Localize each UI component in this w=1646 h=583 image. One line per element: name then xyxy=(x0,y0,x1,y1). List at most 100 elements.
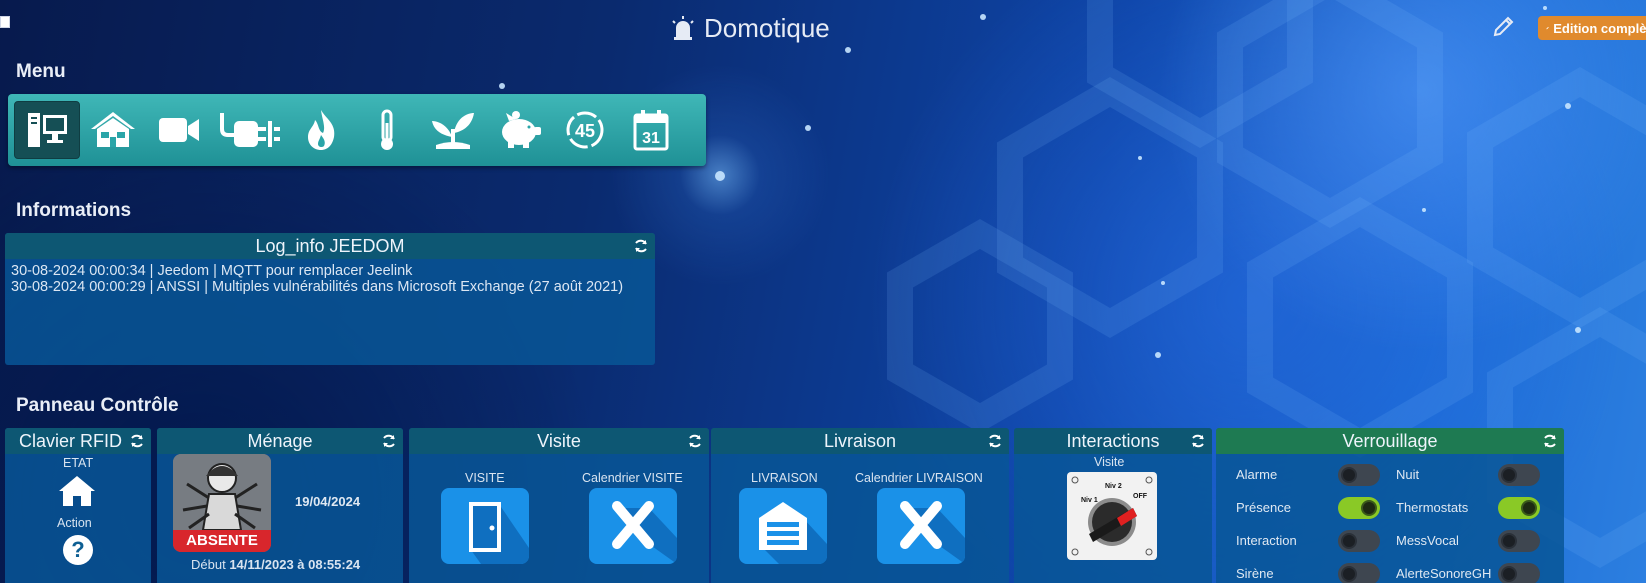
interactions-title: Interactions xyxy=(1066,430,1160,451)
close-icon xyxy=(612,501,677,564)
absent-badge: ABSENTE xyxy=(173,530,271,552)
verrouillage-label: Nuit xyxy=(1396,467,1420,482)
house-icon xyxy=(91,112,135,147)
toggle-knob xyxy=(1341,533,1357,549)
menu-item-timer[interactable]: 45 xyxy=(552,101,618,159)
refresh-icon[interactable] xyxy=(687,433,703,449)
verrouillage-label: Présence xyxy=(1236,500,1291,515)
full-edit-button[interactable]: Edition complète xyxy=(1538,16,1646,40)
toggle-nuit[interactable] xyxy=(1498,464,1540,486)
camera-icon xyxy=(159,118,199,142)
image-icon[interactable] xyxy=(0,16,10,28)
visite-door-button[interactable] xyxy=(441,488,529,564)
visite-panel: Visite VISITE Calendrier VISITE xyxy=(409,428,709,583)
menu-bar: 45 31 xyxy=(8,94,706,166)
menu-item-piggy-bank[interactable] xyxy=(486,101,552,159)
toggle-alertesonoregh[interactable] xyxy=(1498,563,1540,583)
svg-text:?: ? xyxy=(71,537,84,562)
clavier-rfid-title: Clavier RFID xyxy=(19,430,123,451)
close-icon xyxy=(900,501,965,564)
toggle-knob xyxy=(1361,500,1377,516)
section-title-informations: Informations xyxy=(16,200,132,221)
menage-panel: Ménage ABSENTE 19/04/2024 Début 14/11/20… xyxy=(157,428,403,583)
etat-label: ETAT xyxy=(63,456,94,470)
calendar-text: 31 xyxy=(642,130,660,147)
thermometer-icon xyxy=(381,109,393,150)
refresh-icon[interactable] xyxy=(633,238,649,254)
menage-header: Ménage xyxy=(157,428,403,454)
menu-item-camera[interactable] xyxy=(146,101,212,159)
action-label: Action xyxy=(57,516,92,530)
verrouillage-label: AlerteSonoreGH xyxy=(1396,566,1492,581)
cleaning-lady-icon xyxy=(173,454,271,531)
visite-calendar-button[interactable] xyxy=(589,488,677,564)
menu-item-house[interactable] xyxy=(80,101,146,159)
piggy-bank-icon xyxy=(502,111,541,148)
plug-icon xyxy=(220,113,280,147)
clavier-rfid-panel: Clavier RFID ETAT Action ? xyxy=(5,428,151,583)
rotary-switch-icon: Niv 1 Niv 2 OFF xyxy=(1071,476,1153,556)
menu-item-flame[interactable] xyxy=(288,101,354,159)
verrouillage-header: Verrouillage xyxy=(1216,428,1564,454)
question-icon[interactable]: ? xyxy=(62,534,94,566)
verrouillage-label: Interaction xyxy=(1236,533,1297,548)
toggle-thermostats[interactable] xyxy=(1498,497,1540,519)
toggle-sir-ne[interactable] xyxy=(1338,563,1380,583)
menu-item-plant[interactable] xyxy=(420,101,486,159)
plant-icon xyxy=(432,113,474,149)
home-icon[interactable] xyxy=(57,474,97,508)
debut-label: Début xyxy=(191,557,226,572)
toggle-knob xyxy=(1501,566,1517,582)
refresh-icon[interactable] xyxy=(381,433,397,449)
menage-title: Ménage xyxy=(247,430,313,451)
livraison-garage-button[interactable] xyxy=(739,488,827,564)
menage-avatar[interactable]: ABSENTE xyxy=(173,454,271,552)
livraison-title: Livraison xyxy=(823,430,897,451)
clavier-rfid-header: Clavier RFID xyxy=(5,428,151,454)
toggle-knob xyxy=(1501,533,1517,549)
interactions-panel: Interactions Visite Niv 1 Niv 2 OFF xyxy=(1014,428,1212,583)
menu-item-thermometer[interactable] xyxy=(354,101,420,159)
page-title: Domotique xyxy=(670,10,830,46)
toggle-messvocal[interactable] xyxy=(1498,530,1540,552)
door-icon xyxy=(469,502,529,564)
refresh-icon[interactable] xyxy=(1542,433,1558,449)
switch-label: OFF xyxy=(1133,493,1148,500)
verrouillage-label: Alarme xyxy=(1236,467,1278,482)
log-panel: Log_info JEEDOM 30-08-2024 00:00:34 | Je… xyxy=(5,233,655,365)
toggle-alarme[interactable] xyxy=(1338,464,1380,486)
flame-icon xyxy=(308,110,335,150)
log-line: 30-08-2024 00:00:29 | ANSSI | Multiples … xyxy=(11,279,624,295)
toggle-knob xyxy=(1341,566,1357,582)
refresh-icon[interactable] xyxy=(987,433,1003,449)
visite-title: Visite xyxy=(537,430,581,451)
siren-icon xyxy=(672,16,694,40)
menu-item-computer[interactable] xyxy=(14,101,80,159)
pencil-icon xyxy=(1546,26,1549,30)
pencil-icon[interactable] xyxy=(1492,14,1516,38)
livraison-header: Livraison xyxy=(711,428,1009,454)
menage-debut: Début 14/11/2023 à 08:55:24 xyxy=(191,557,360,572)
toggle-interaction[interactable] xyxy=(1338,530,1380,552)
livraison-col1-label: LIVRAISON xyxy=(751,471,818,485)
refresh-icon[interactable] xyxy=(1190,433,1206,449)
toggle-pr-sence[interactable] xyxy=(1338,497,1380,519)
verrouillage-label: Thermostats xyxy=(1396,500,1469,515)
livraison-col2-label: Calendrier LIVRAISON xyxy=(855,471,983,485)
interactions-header: Interactions xyxy=(1014,428,1212,454)
computer-icon xyxy=(28,113,67,147)
visite-col2-label: Calendrier VISITE xyxy=(582,471,683,485)
rotary-switch[interactable]: Niv 1 Niv 2 OFF xyxy=(1067,472,1157,560)
menage-date: 19/04/2024 xyxy=(295,494,361,509)
menu-item-calendar[interactable]: 31 xyxy=(618,101,684,159)
visite-col1-label: VISITE xyxy=(465,471,505,485)
menu-item-plug[interactable] xyxy=(212,101,288,159)
refresh-icon[interactable] xyxy=(129,433,145,449)
page-title-text: Domotique xyxy=(704,12,830,43)
calendar-icon: 31 xyxy=(633,110,669,151)
livraison-panel: Livraison LIVRAISON Calendrier LIVRAISON xyxy=(711,428,1009,583)
interactions-label: Visite xyxy=(1094,455,1125,469)
livraison-calendar-button[interactable] xyxy=(877,488,965,564)
verrouillage-label: MessVocal xyxy=(1396,533,1459,548)
log-body: 30-08-2024 00:00:34 | Jeedom | MQTT pour… xyxy=(5,259,655,299)
